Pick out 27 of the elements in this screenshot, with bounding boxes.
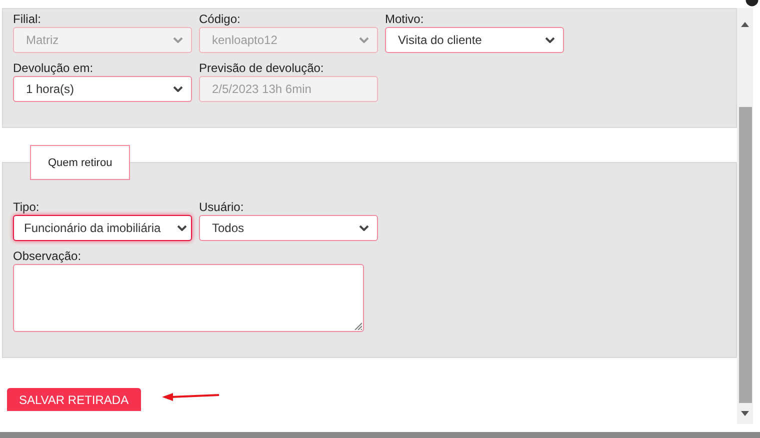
scrollbar[interactable]: [737, 8, 753, 424]
chevron-icon: [359, 37, 369, 43]
save-button[interactable]: SALVAR RETIRADA: [7, 388, 141, 411]
dropdown[interactable]: Funcionário da imobiliária: [13, 215, 192, 241]
resize-grip-icon[interactable]: [354, 322, 362, 330]
field-label: Código:: [199, 11, 242, 27]
text-area[interactable]: [13, 264, 364, 332]
chevron-icon: [177, 225, 187, 231]
field-label: Motivo:: [385, 11, 425, 27]
dropdown[interactable]: Visita do cliente: [385, 27, 564, 53]
chevron-icon: [359, 225, 369, 231]
dropdown[interactable]: Todos: [199, 215, 378, 241]
dropdown[interactable]: 1 hora(s): [13, 76, 192, 102]
field-label: Devolução em:: [13, 60, 94, 76]
chevron-icon: [545, 37, 555, 43]
chevron-icon: [173, 37, 183, 43]
scroll-down-icon[interactable]: [741, 411, 749, 416]
field-label: Previsão de devolução:: [199, 60, 325, 76]
field-label: Filial:: [13, 11, 42, 27]
scroll-up-icon[interactable]: [741, 22, 749, 27]
field-label: Usuário:: [199, 199, 245, 215]
chevron-icon: [173, 86, 183, 92]
field-label: Observação:: [13, 248, 82, 264]
field-label: Tipo:: [13, 199, 40, 215]
annotation-arrow: [160, 390, 221, 400]
section-tab[interactable]: Quem retirou: [30, 145, 130, 180]
scroll-thumb[interactable]: [738, 107, 752, 403]
